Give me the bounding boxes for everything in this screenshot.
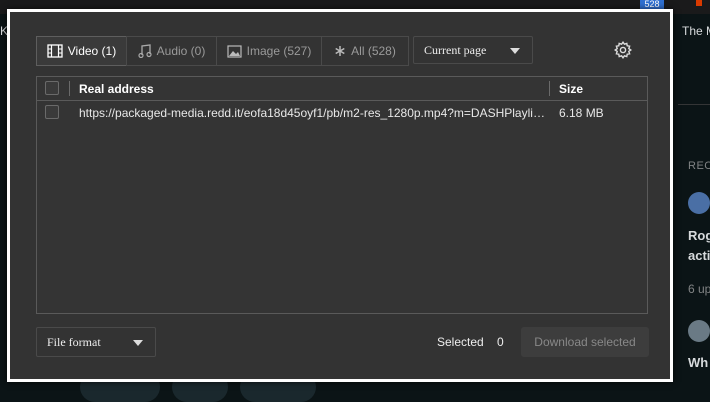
selected-count: 0 bbox=[497, 335, 504, 349]
post-title[interactable]: Rog acti bbox=[688, 226, 710, 266]
tab-label: Audio (0) bbox=[156, 44, 206, 58]
tab-label: Image (527) bbox=[246, 44, 312, 58]
divider bbox=[678, 104, 710, 105]
tab-label: Video (1) bbox=[67, 44, 117, 58]
film-icon bbox=[47, 44, 63, 58]
extension-icon[interactable] bbox=[696, 0, 702, 6]
post-title-line: Rog bbox=[688, 228, 710, 243]
extension-badge[interactable]: 528 bbox=[640, 0, 664, 9]
post-title[interactable]: Wh bbox=[688, 355, 708, 370]
file-format-value: File format bbox=[47, 334, 101, 349]
avatar[interactable] bbox=[688, 192, 710, 214]
post-title-line: acti bbox=[688, 248, 710, 263]
tab-image[interactable]: Image (527) bbox=[216, 36, 322, 66]
media-download-dialog: Video (1) Audio (0) Image (527) All (528… bbox=[7, 9, 673, 382]
tab-label: All (528) bbox=[351, 44, 396, 58]
tab-audio[interactable]: Audio (0) bbox=[126, 36, 217, 66]
scope-select-value: Current page bbox=[424, 42, 487, 57]
file-format-select[interactable]: File format bbox=[36, 327, 156, 357]
chevron-down-icon bbox=[510, 48, 520, 54]
avatar[interactable] bbox=[688, 320, 710, 342]
background-header-text: The M bbox=[682, 24, 710, 38]
tab-all[interactable]: All (528) bbox=[321, 36, 409, 66]
selected-label: Selected bbox=[437, 335, 484, 349]
column-header-address: Real address bbox=[79, 82, 154, 96]
row-checkbox[interactable] bbox=[45, 105, 59, 119]
sidebar-heading: REC bbox=[688, 160, 710, 172]
column-divider[interactable] bbox=[549, 81, 550, 96]
column-header-size: Size bbox=[559, 82, 584, 96]
media-type-tabs: Video (1) Audio (0) Image (527) All (528… bbox=[36, 36, 409, 66]
chevron-down-icon bbox=[133, 340, 143, 346]
image-icon bbox=[227, 44, 242, 58]
music-note-icon bbox=[138, 44, 152, 58]
download-selected-button[interactable]: Download selected bbox=[521, 327, 649, 357]
media-table: Real address Size https://packaged-media… bbox=[36, 76, 648, 314]
table-header: Real address Size bbox=[37, 77, 647, 101]
scope-select[interactable]: Current page bbox=[413, 36, 533, 64]
column-divider bbox=[69, 81, 70, 96]
media-size: 6.18 MB bbox=[559, 106, 604, 120]
table-row[interactable]: https://packaged-media.redd.it/eofa18d45… bbox=[37, 101, 647, 125]
gear-icon[interactable] bbox=[613, 40, 633, 60]
media-address: https://packaged-media.redd.it/eofa18d45… bbox=[79, 106, 549, 120]
asterisk-icon bbox=[334, 45, 346, 57]
select-all-checkbox[interactable] bbox=[45, 81, 59, 95]
tab-video[interactable]: Video (1) bbox=[36, 36, 127, 66]
post-meta: 6 up bbox=[688, 282, 710, 296]
